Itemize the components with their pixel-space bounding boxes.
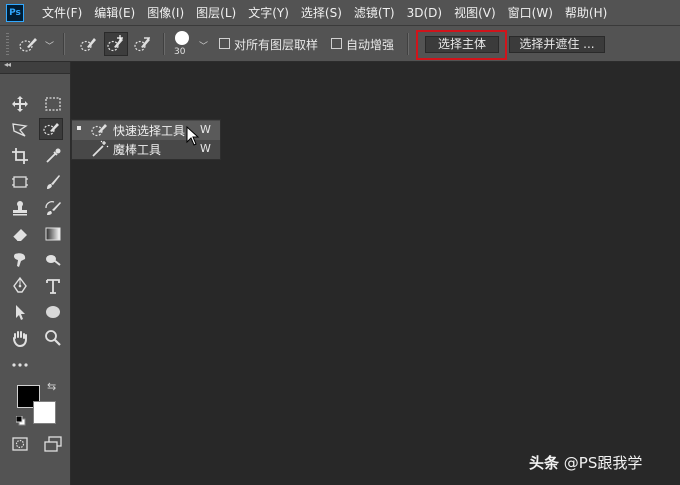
- divider: [163, 33, 165, 55]
- marquee-tool[interactable]: [41, 93, 65, 115]
- path-selection-tool[interactable]: [8, 301, 32, 323]
- brush-icon: [47, 175, 60, 189]
- menu-window[interactable]: 窗口(W): [502, 0, 559, 26]
- quick-mask-icon: [12, 437, 28, 451]
- ellipsis-icon: [12, 363, 28, 367]
- pen-tool[interactable]: [8, 275, 32, 297]
- zoom-tool[interactable]: [41, 327, 65, 349]
- frame-tool[interactable]: [8, 171, 32, 193]
- gradient-icon: [45, 227, 61, 241]
- eraser-icon: [12, 229, 27, 242]
- menu-select[interactable]: 选择(S): [295, 0, 348, 26]
- chevron-down-icon[interactable]: ﹀: [45, 39, 54, 52]
- menu-view[interactable]: 视图(V): [448, 0, 502, 26]
- watermark: 头条 @PS跟我学: [529, 452, 642, 473]
- background-color-swatch[interactable]: [33, 401, 56, 424]
- photoshop-logo[interactable]: Ps: [6, 3, 24, 22]
- auto-enhance-label[interactable]: 自动增强: [346, 36, 394, 53]
- lasso-tool[interactable]: [8, 119, 32, 141]
- quick-selection-icon: [80, 38, 96, 52]
- quick-selection-add-icon: [107, 35, 123, 52]
- arrow-pointer-icon: [16, 305, 25, 320]
- eraser-tool[interactable]: [8, 223, 32, 245]
- quick-selection-subtract-icon: [134, 37, 150, 52]
- menu-image[interactable]: 图像(I): [141, 0, 190, 26]
- eyedropper-tool[interactable]: [41, 145, 65, 167]
- frame-icon: [12, 176, 28, 188]
- hand-icon: [13, 331, 27, 347]
- sample-all-layers-label[interactable]: 对所有图层取样: [234, 36, 318, 53]
- quick-selection-icon: [43, 123, 59, 136]
- ellipse-tool[interactable]: [41, 301, 65, 323]
- history-brush-tool[interactable]: [41, 197, 65, 219]
- edit-toolbar-button[interactable]: [8, 353, 32, 375]
- divider: [407, 33, 409, 55]
- quick-selection-tool[interactable]: [39, 118, 63, 140]
- collapse-icon[interactable]: ◂◂: [4, 60, 11, 69]
- watermark-brand: 头条: [529, 454, 560, 472]
- move-tool[interactable]: [8, 93, 32, 115]
- swap-colors-icon[interactable]: ⇆: [47, 380, 56, 393]
- smudge-icon: [14, 253, 26, 267]
- default-colors-icon[interactable]: [15, 415, 26, 426]
- add-to-selection-mode-button[interactable]: [104, 32, 128, 56]
- options-bar-grip[interactable]: [6, 33, 9, 55]
- gradient-tool[interactable]: [41, 223, 65, 245]
- chevron-down-icon[interactable]: ﹀: [199, 39, 208, 52]
- brush-tool[interactable]: [41, 171, 65, 193]
- magnifier-icon: [45, 330, 61, 346]
- selected-bullet: [77, 126, 81, 130]
- pen-icon: [13, 277, 27, 293]
- quick-selection-icon: [91, 124, 107, 137]
- menu-filter[interactable]: 滤镜(T): [348, 0, 401, 26]
- blur-tool[interactable]: [8, 249, 32, 271]
- flyout-item-label: 快速选择工具: [113, 124, 186, 138]
- crop-icon: [12, 148, 28, 164]
- new-selection-mode-button[interactable]: [77, 32, 101, 56]
- hand-tool[interactable]: [8, 327, 32, 349]
- clone-stamp-tool[interactable]: [8, 197, 32, 219]
- quick-mask-button[interactable]: [8, 433, 32, 455]
- type-tool[interactable]: [41, 275, 65, 297]
- highlight-box: [416, 30, 507, 60]
- menu-3d[interactable]: 3D(D): [401, 0, 448, 26]
- options-bar: ﹀ 30 ﹀ 对所有图层取样 自动增强 选择主体 选择并遮住 ...: [0, 26, 680, 62]
- tools-panel: ◂◂ ⇆: [0, 60, 71, 485]
- flyout-item-label: 魔棒工具: [113, 143, 162, 157]
- subtract-from-selection-mode-button[interactable]: [131, 32, 155, 56]
- move-icon: [12, 96, 28, 112]
- brush-preview-circle[interactable]: [175, 31, 189, 45]
- menu-help[interactable]: 帮助(H): [559, 0, 613, 26]
- eyedropper-icon: [46, 148, 61, 163]
- magic-wand-icon: [92, 140, 109, 157]
- quick-selection-icon: [19, 38, 37, 52]
- auto-enhance-checkbox[interactable]: [331, 38, 342, 49]
- menu-edit[interactable]: 编辑(E): [88, 0, 141, 26]
- watermark-handle: @PS跟我学: [563, 454, 643, 472]
- screen-mode-icon: [44, 436, 62, 452]
- mouse-cursor-icon: [186, 126, 200, 146]
- screen-mode-button[interactable]: [41, 433, 65, 455]
- menu-type[interactable]: 文字(Y): [242, 0, 295, 26]
- type-icon: [46, 279, 60, 294]
- menu-bar: Ps 文件(F) 编辑(E) 图像(I) 图层(L) 文字(Y) 选择(S) 滤…: [0, 0, 680, 26]
- sample-all-layers-checkbox[interactable]: [219, 38, 230, 49]
- divider: [63, 33, 65, 55]
- menu-file[interactable]: 文件(F): [36, 0, 88, 26]
- tool-preset-picker[interactable]: [18, 35, 42, 53]
- dodge-tool[interactable]: [41, 249, 65, 271]
- ellipse-icon: [46, 306, 60, 318]
- brush-size-value: 30: [174, 47, 186, 57]
- crop-tool[interactable]: [8, 145, 32, 167]
- dodge-icon: [46, 255, 61, 266]
- menu-layer[interactable]: 图层(L): [190, 0, 242, 26]
- polygonal-lasso-icon: [12, 123, 28, 137]
- tools-panel-header[interactable]: ◂◂: [0, 60, 70, 74]
- stamp-icon: [13, 201, 27, 216]
- history-brush-icon: [45, 201, 61, 215]
- select-and-mask-button[interactable]: 选择并遮住 ...: [509, 36, 605, 53]
- rectangular-marquee-icon: [45, 97, 61, 111]
